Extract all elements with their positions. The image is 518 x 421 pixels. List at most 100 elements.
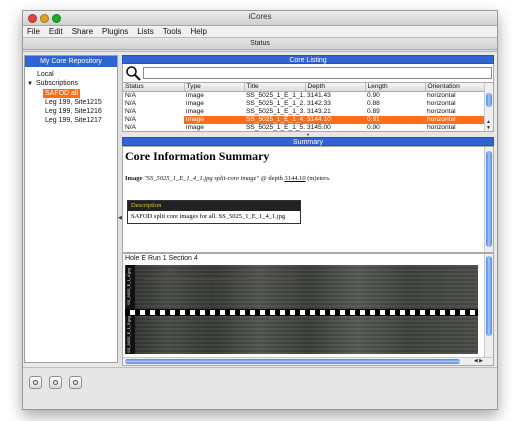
description-text: SAFOD split core images for all. SS_5025… (128, 211, 300, 223)
core-marker-line (145, 279, 295, 280)
depth-link[interactable]: 3144.10 (284, 175, 305, 182)
menu-file[interactable]: File (27, 27, 40, 36)
menu-share[interactable]: Share (72, 27, 93, 36)
search-icon[interactable] (125, 65, 141, 81)
cell-length: 0.91 (365, 116, 425, 124)
table-row[interactable]: N/A image SS_5025_1_E_1_5... 3145.00 0.9… (123, 124, 485, 131)
sidebar-item-safod-all[interactable]: SAFOD all (25, 89, 117, 98)
depth-ruler (125, 309, 478, 316)
table-header-row: Status Type Title Depth Length Orientati… (123, 83, 486, 92)
column-header-depth[interactable]: Depth (305, 83, 366, 92)
disclosure-triangle-icon[interactable]: ▼ (27, 81, 33, 87)
scroll-arrows-icon[interactable]: ▲ ▼ (484, 119, 493, 131)
cell-status: N/A (125, 124, 136, 131)
cell-type: image (186, 124, 204, 131)
cell-depth: 3143.21 (307, 108, 331, 115)
refresh-button[interactable] (69, 376, 82, 389)
image-tag: SS_5025_E_1_4.jpg (126, 265, 135, 309)
status-divider (23, 50, 497, 52)
cell-depth: 3141.43 (307, 92, 331, 99)
cell-title: SS_5025_1_E_1_5... (246, 124, 305, 131)
cell-orientation: horizontal (427, 124, 456, 131)
stop-button[interactable] (49, 376, 62, 389)
core-images-panel: Hole E Run 1 Section 4 SS_5025_E_1_4.jpg… (122, 253, 494, 366)
menu-edit[interactable]: Edit (49, 27, 63, 36)
hscroll-arrows-icon[interactable]: ◀ ▶ (474, 358, 483, 365)
sidebar-item-label: Local (37, 71, 54, 78)
sidebar-item-label: Subscriptions (35, 80, 78, 87)
table-row[interactable]: N/A image SS_5025_1_E_1_1... 3141.43 0.9… (123, 92, 485, 101)
sidebar-item-label: SAFOD all (43, 89, 81, 98)
column-header-orientation[interactable]: Orientation (425, 83, 486, 92)
status-bar: Status (23, 38, 497, 50)
depth-prefix: @ depth (260, 175, 283, 182)
table-row[interactable]: N/A image SS_5025_1_E_1_3... 3143.21 0.8… (123, 108, 485, 116)
core-image-section-5[interactable]: SS_5025_E_1_5.jpg (125, 316, 478, 354)
summary-scroll-thumb[interactable] (486, 151, 492, 247)
core-listing-header: Core Listing (122, 55, 494, 64)
window-title: iCores (248, 12, 272, 21)
cell-type: image (186, 100, 204, 107)
image-label: Image (125, 175, 143, 182)
sidebar-item-leg199-site1217[interactable]: Leg 199, Site1217 (25, 116, 117, 125)
images-scroll-thumb[interactable] (486, 256, 492, 336)
add-button[interactable] (29, 376, 42, 389)
images-vertical-scrollbar[interactable] (484, 254, 493, 359)
cell-title: SS_5025_1_E_1_1... (246, 92, 305, 99)
sidebar-item-leg199-site1215[interactable]: Leg 199, Site1215 (25, 98, 117, 107)
bottom-toolbar (23, 367, 497, 409)
image-name: "SS_5025_1_E_1_4_1.jpg split-core image" (143, 175, 260, 182)
menu-help[interactable]: Help (190, 27, 206, 36)
table-scroll-thumb[interactable] (486, 93, 492, 107)
cell-length: 0.90 (367, 92, 380, 99)
sidebar-item-leg199-site1216[interactable]: Leg 199, Site1216 (25, 107, 117, 116)
section-label: Hole E Run 1 Section 4 (125, 255, 198, 262)
summary-header: Summary (122, 137, 494, 146)
cell-status: N/A (123, 116, 184, 124)
column-header-length[interactable]: Length (365, 83, 426, 92)
cell-orientation: horizontal (425, 116, 485, 124)
menu-bar: File Edit Share Plugins Lists Tools Help (23, 26, 497, 38)
core-image-section-4[interactable]: SS_5025_E_1_4.jpg (125, 265, 478, 309)
menu-tools[interactable]: Tools (163, 27, 182, 36)
sidebar-item-local[interactable]: Local (25, 70, 117, 79)
sidebar-item-label: Leg 199, Site1216 (45, 108, 102, 115)
depth-unit: (m)eters. (307, 175, 331, 182)
image-tag: SS_5025_E_1_5.jpg (126, 316, 135, 354)
cell-title: SS_5025_1_E_1_4... (244, 116, 305, 124)
summary-scrollbar[interactable] (484, 147, 493, 252)
circle-icon (33, 380, 38, 385)
main-area: My Core Repository Local ▼ Subscriptions … (23, 55, 497, 366)
menu-plugins[interactable]: Plugins (102, 27, 128, 36)
menu-lists[interactable]: Lists (137, 27, 153, 36)
repository-sidebar: My Core Repository Local ▼ Subscriptions … (24, 55, 118, 363)
search-row (122, 64, 494, 82)
summary-title: Core Information Summary (125, 149, 270, 163)
summary-image-line: Image "SS_5025_1_E_1_4_1.jpg split-core … (125, 175, 330, 182)
sidebar-item-subscriptions[interactable]: ▼ Subscriptions (25, 79, 117, 89)
cell-length: 0.90 (367, 124, 380, 131)
cell-length: 0.88 (367, 100, 380, 107)
table-scrollbar[interactable]: ▲ ▼ (484, 83, 493, 131)
description-heading: Description (128, 201, 300, 211)
images-hscroll-thumb[interactable] (125, 359, 460, 364)
table-row[interactable]: N/A image SS_5025_1_E_1_2... 3142.33 0.8… (123, 100, 485, 108)
cell-type: image (186, 108, 204, 115)
summary-panel: Core Information Summary Image "SS_5025_… (122, 146, 494, 253)
search-input[interactable] (143, 67, 492, 79)
refresh-icon (73, 380, 78, 385)
column-header-status[interactable]: Status (123, 83, 185, 92)
cell-length: 0.89 (367, 108, 380, 115)
cell-title: SS_5025_1_E_1_3... (246, 108, 305, 115)
column-header-title[interactable]: Title (244, 83, 306, 92)
description-box: Description SAFOD split core images for … (127, 200, 301, 224)
circle-icon (53, 380, 58, 385)
column-header-type[interactable]: Type (184, 83, 245, 92)
cell-orientation: horizontal (427, 92, 456, 99)
images-horizontal-scrollbar[interactable]: ◀ ▶ (123, 357, 493, 365)
cell-type: image (184, 116, 244, 124)
title-bar: iCores (23, 11, 497, 26)
table-row-selected[interactable]: N/A image SS_5025_1_E_1_4... 3144.10 0.9… (123, 116, 485, 124)
cell-title: SS_5025_1_E_1_2... (246, 100, 305, 107)
cell-orientation: horizontal (427, 108, 456, 115)
